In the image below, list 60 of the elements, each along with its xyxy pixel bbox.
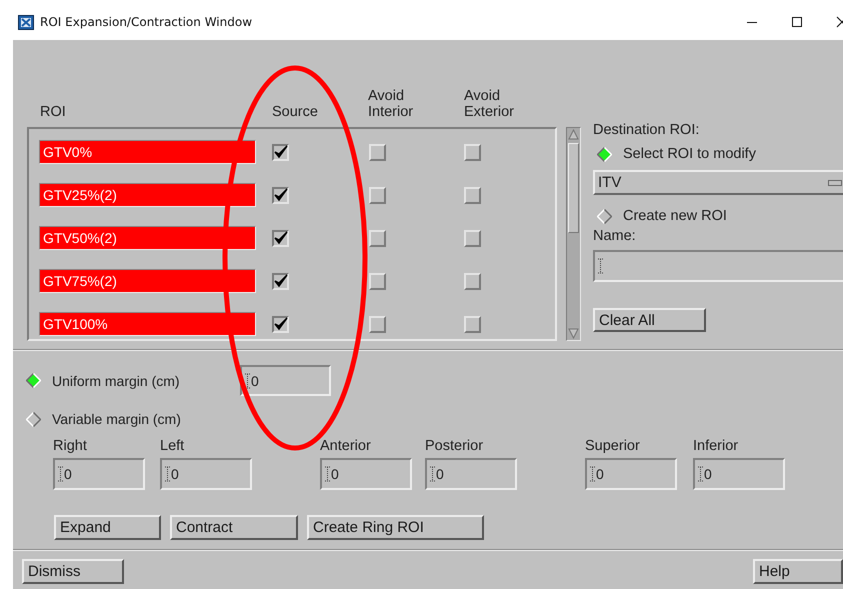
column-header: Avoid Exterior xyxy=(464,88,515,120)
checkbox[interactable] xyxy=(272,186,289,204)
margin-field[interactable]: 0 xyxy=(53,458,145,490)
text-cursor-icon xyxy=(325,466,330,482)
scroll-down-icon[interactable] xyxy=(567,327,580,340)
destination-label: Destination ROI: xyxy=(593,122,700,138)
roi-name-field[interactable]: GTV100% xyxy=(39,312,256,336)
margin-label: Superior xyxy=(585,438,641,454)
margin-field[interactable]: 0 xyxy=(320,458,412,490)
roi-dropdown[interactable]: ITV xyxy=(593,170,843,195)
column-header: ROI xyxy=(40,104,67,120)
roi-name-field[interactable]: GTV50%(2) xyxy=(39,226,256,250)
checkbox[interactable] xyxy=(272,316,289,332)
uniform-margin-field[interactable]: 0 xyxy=(240,365,331,396)
radio-button[interactable] xyxy=(26,373,41,388)
action-button[interactable]: Contract xyxy=(170,515,298,540)
roi-name-field[interactable]: GTV75%(2) xyxy=(39,269,256,293)
text-cursor-icon xyxy=(598,258,603,274)
roi-name-field[interactable]: GTV25%(2) xyxy=(39,183,256,207)
text-cursor-icon xyxy=(430,466,435,482)
radio-label: Uniform margin (cm) xyxy=(52,372,181,388)
action-button[interactable]: Expand xyxy=(54,515,161,540)
close-icon[interactable] xyxy=(836,16,843,28)
footer-button[interactable]: Help xyxy=(753,559,843,584)
footer-button[interactable]: Dismiss xyxy=(22,559,124,584)
action-button[interactable]: Create Ring ROI xyxy=(307,515,484,540)
margin-label: Left xyxy=(160,438,186,454)
app-icon xyxy=(18,14,34,30)
margin-field[interactable]: 0 xyxy=(693,458,785,490)
checkbox[interactable] xyxy=(272,272,289,290)
margin-label: Right xyxy=(53,438,88,454)
text-cursor-icon xyxy=(245,372,250,388)
radio-button[interactable] xyxy=(597,146,612,162)
margin-label: Anterior xyxy=(320,438,372,454)
margin-field[interactable]: 0 xyxy=(160,458,252,490)
scroll-up-icon[interactable] xyxy=(567,128,580,141)
maximize-icon[interactable] xyxy=(791,16,803,28)
scrollbar[interactable] xyxy=(566,127,581,341)
radio-label: Create new ROI xyxy=(623,208,727,224)
name-field[interactable] xyxy=(593,250,843,282)
radio-button[interactable] xyxy=(597,208,612,224)
margin-label: Inferior xyxy=(693,438,740,454)
text-cursor-icon xyxy=(165,466,170,482)
radio-label: Select ROI to modify xyxy=(623,146,756,162)
checkbox[interactable] xyxy=(272,144,289,160)
column-header: Avoid Interior xyxy=(368,88,414,120)
margin-field[interactable]: 0 xyxy=(585,458,677,490)
checkbox[interactable] xyxy=(272,230,289,246)
roi-name-field[interactable]: GTV0% xyxy=(39,140,256,164)
text-cursor-icon xyxy=(590,466,595,482)
clear-all-button[interactable]: Clear All xyxy=(593,308,706,332)
radio-button[interactable] xyxy=(26,412,41,426)
text-cursor-icon xyxy=(58,466,63,482)
margin-field[interactable]: 0 xyxy=(425,458,517,490)
window-title: ROI Expansion/Contraction Window xyxy=(40,15,252,29)
text-cursor-icon xyxy=(698,466,703,482)
column-header: Source xyxy=(272,104,319,120)
name-label: Name: xyxy=(593,228,637,244)
margin-label: Posterior xyxy=(425,438,484,454)
radio-label: Variable margin (cm) xyxy=(52,411,181,427)
